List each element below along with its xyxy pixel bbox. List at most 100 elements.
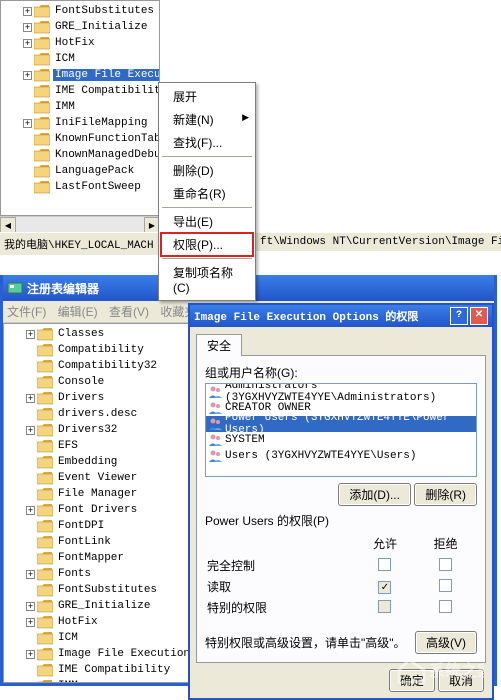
expander-icon[interactable]: + xyxy=(26,506,35,515)
tree-item[interactable]: KnownManagedDebu xyxy=(1,147,159,163)
tree-item[interactable]: FontDPI xyxy=(4,518,188,534)
tree-item[interactable]: FontSubstitutes xyxy=(4,582,188,598)
tree-item[interactable]: EFS xyxy=(4,438,188,454)
tree-item[interactable]: ICM xyxy=(4,630,188,646)
expander-icon[interactable] xyxy=(23,151,32,160)
tree-item[interactable]: +HotFix xyxy=(1,35,159,51)
expander-icon[interactable] xyxy=(26,634,35,643)
tree-item[interactable]: ICM xyxy=(1,51,159,67)
close-button[interactable]: ✕ xyxy=(470,307,488,325)
expander-icon[interactable]: + xyxy=(23,71,32,80)
menu-expand[interactable]: 展开 xyxy=(161,85,253,108)
add-button[interactable]: 添加(D)... xyxy=(338,483,411,506)
tree-item[interactable]: +Image File Execution Opti xyxy=(1,67,159,83)
expander-icon[interactable] xyxy=(23,103,32,112)
expander-icon[interactable] xyxy=(23,183,32,192)
menu-edit[interactable]: 编辑(E) xyxy=(58,305,98,319)
tree-item[interactable]: Compatibility32 xyxy=(4,358,188,374)
menu-delete[interactable]: 删除(D) xyxy=(161,159,253,182)
tab-security[interactable]: 安全 xyxy=(196,334,242,356)
tree-item[interactable]: LastFontSweep xyxy=(1,179,159,195)
menu-view[interactable]: 查看(V) xyxy=(109,305,149,319)
expander-icon[interactable]: + xyxy=(23,7,32,16)
expander-icon[interactable]: + xyxy=(26,602,35,611)
expander-icon[interactable] xyxy=(26,522,35,531)
deny-checkbox[interactable] xyxy=(439,600,452,613)
menu-rename[interactable]: 重命名(R) xyxy=(161,182,253,205)
list-item[interactable]: Administrators (3YGXHVYZWTE4YYE\Administ… xyxy=(206,384,476,400)
expander-icon[interactable] xyxy=(26,682,35,684)
expander-icon[interactable] xyxy=(26,666,35,675)
expander-icon[interactable] xyxy=(23,87,32,96)
menu-find[interactable]: 查找(F)... xyxy=(161,131,253,154)
registry-tree-top[interactable]: +FontSubstitutes+GRE_Initialize+HotFixIC… xyxy=(0,0,160,216)
menu-export[interactable]: 导出(E) xyxy=(161,210,253,233)
tree-item[interactable]: +GRE_Initialize xyxy=(1,19,159,35)
expander-icon[interactable] xyxy=(26,410,35,419)
expander-icon[interactable] xyxy=(26,538,35,547)
tree-item[interactable]: IME Compatibilit xyxy=(1,83,159,99)
help-button[interactable]: ? xyxy=(450,307,468,325)
expander-icon[interactable] xyxy=(23,55,32,64)
tree-item[interactable]: +Fonts xyxy=(4,566,188,582)
list-item[interactable]: Users (3YGXHVYZWTE4YYE\Users) xyxy=(206,448,476,464)
tree-item[interactable]: +GRE_Initialize xyxy=(4,598,188,614)
expander-icon[interactable]: + xyxy=(23,119,32,128)
scroll-left-button[interactable]: ◀ xyxy=(0,217,16,233)
tree-item[interactable]: LanguagePack xyxy=(1,163,159,179)
tree-item[interactable]: +Drivers32 xyxy=(4,422,188,438)
tree-item[interactable]: FontMapper xyxy=(4,550,188,566)
expander-icon[interactable] xyxy=(23,167,32,176)
cancel-button[interactable]: 取消 xyxy=(438,669,484,692)
users-listbox[interactable]: Administrators (3YGXHVYZWTE4YYE\Administ… xyxy=(205,383,477,477)
tree-item[interactable]: +Drivers xyxy=(4,390,188,406)
tree-item[interactable]: IMM xyxy=(1,99,159,115)
expander-icon[interactable] xyxy=(26,458,35,467)
tree-item[interactable]: drivers.desc xyxy=(4,406,188,422)
tree-item[interactable]: Event Viewer xyxy=(4,470,188,486)
expander-icon[interactable] xyxy=(26,346,35,355)
allow-checkbox[interactable] xyxy=(378,558,391,571)
expander-icon[interactable]: + xyxy=(23,39,32,48)
tree-item[interactable]: KnownFunctionTab xyxy=(1,131,159,147)
list-item[interactable]: Power Users (3YGXHVYZWTE4YYE\Power Users… xyxy=(206,416,476,432)
menu-permissions[interactable]: 权限(P)... xyxy=(161,233,253,256)
tree-item[interactable]: +IniFileMapping xyxy=(1,115,159,131)
registry-tree-left[interactable]: +ClassesCompatibilityCompatibility32Cons… xyxy=(3,323,189,683)
tree-item[interactable]: IMM xyxy=(4,678,188,683)
tree-item[interactable]: FontLink xyxy=(4,534,188,550)
expander-icon[interactable] xyxy=(26,490,35,499)
dialog-titlebar[interactable]: Image File Execution Options 的权限 ? ✕ xyxy=(190,305,492,327)
expander-icon[interactable] xyxy=(26,378,35,387)
allow-checkbox[interactable] xyxy=(378,600,391,613)
expander-icon[interactable] xyxy=(23,135,32,144)
expander-icon[interactable]: + xyxy=(26,394,35,403)
hscrollbar[interactable]: ◀ ▶ xyxy=(0,216,160,232)
expander-icon[interactable] xyxy=(26,554,35,563)
tree-item[interactable]: Compatibility xyxy=(4,342,188,358)
tree-item[interactable]: IME Compatibility xyxy=(4,662,188,678)
expander-icon[interactable] xyxy=(26,474,35,483)
allow-checkbox[interactable]: ✓ xyxy=(378,581,391,594)
menu-file[interactable]: 文件(F) xyxy=(7,305,46,319)
tree-item[interactable]: +Image File Execution Opti xyxy=(4,646,188,662)
menu-new[interactable]: 新建(N)▶ xyxy=(161,108,253,131)
ok-button[interactable]: 确定 xyxy=(389,669,435,692)
expander-icon[interactable]: + xyxy=(26,570,35,579)
tree-item[interactable]: Console xyxy=(4,374,188,390)
menu-copy-key-name[interactable]: 复制项名称(C) xyxy=(161,261,253,298)
remove-button[interactable]: 删除(R) xyxy=(414,483,477,506)
deny-checkbox[interactable] xyxy=(439,558,452,571)
expander-icon[interactable]: + xyxy=(26,650,35,659)
tree-item[interactable]: +HotFix xyxy=(4,614,188,630)
expander-icon[interactable] xyxy=(26,586,35,595)
expander-icon[interactable] xyxy=(26,362,35,371)
expander-icon[interactable]: + xyxy=(26,426,35,435)
tree-item[interactable]: File Manager xyxy=(4,486,188,502)
tree-item[interactable]: +Font Drivers xyxy=(4,502,188,518)
expander-icon[interactable] xyxy=(26,442,35,451)
tree-item[interactable]: +Classes xyxy=(4,326,188,342)
expander-icon[interactable]: + xyxy=(26,330,35,339)
deny-checkbox[interactable] xyxy=(439,579,452,592)
tree-item[interactable]: Embedding xyxy=(4,454,188,470)
